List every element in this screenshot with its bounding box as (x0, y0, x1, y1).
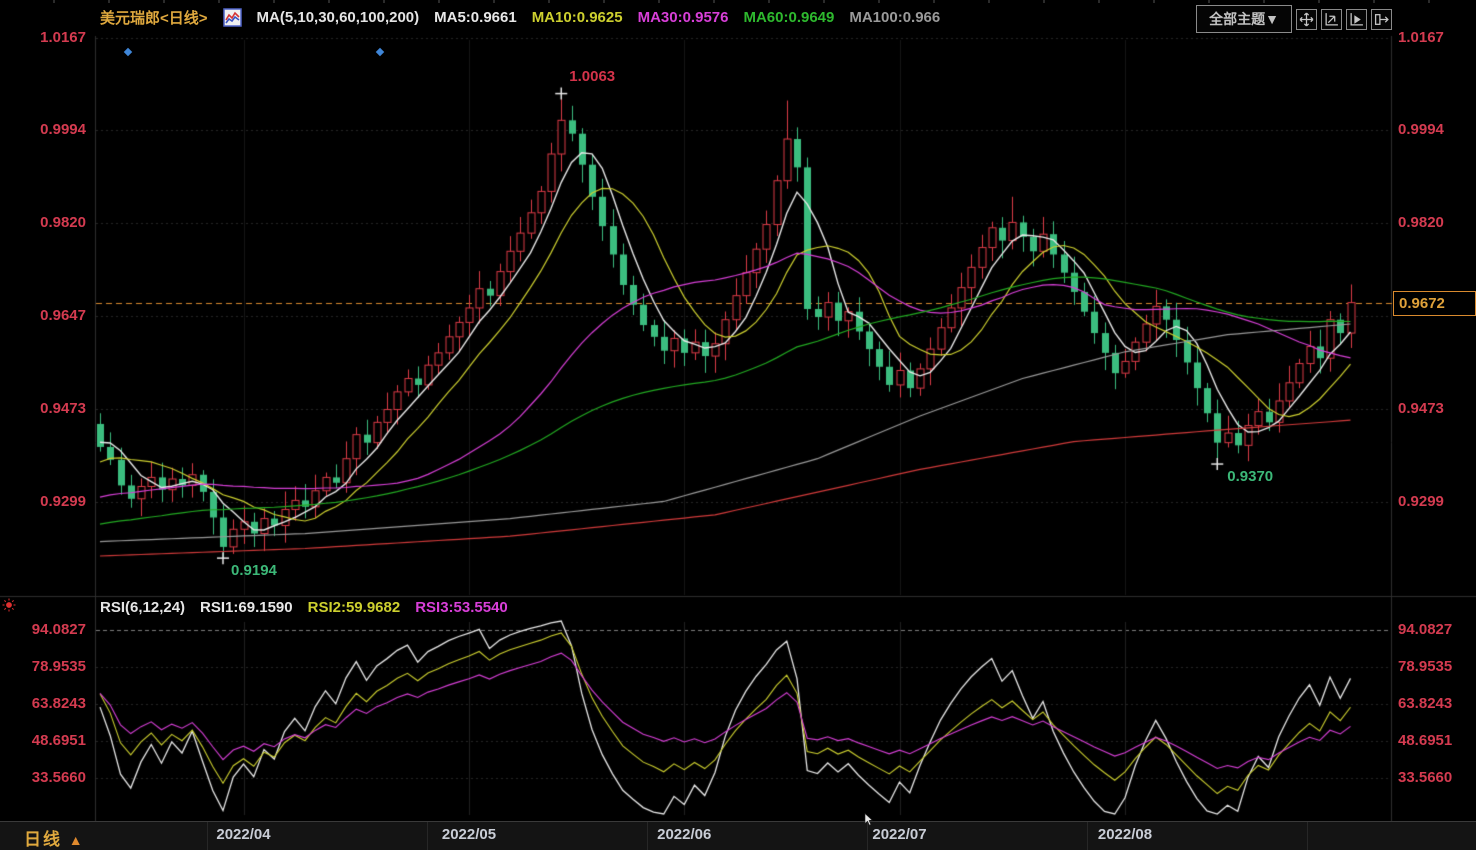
indicator-chart-icon[interactable] (223, 8, 242, 27)
time-axis-separator (207, 822, 208, 850)
chart-canvas[interactable] (0, 0, 1476, 849)
indicator-alert-icon[interactable] (1, 597, 17, 618)
x-axis-month-label: 2022/05 (429, 826, 509, 843)
period-up-triangle: ▲ (69, 832, 83, 848)
ma10-value: MA10:0.9625 (532, 9, 623, 26)
x-axis-month-label: 2022/04 (204, 826, 284, 843)
header-toolbar: 全部主题▼ (1196, 5, 1392, 33)
move-crosshair-icon[interactable] (1296, 9, 1317, 30)
rsi-group-label: RSI(6,12,24) (100, 599, 185, 616)
time-axis-bar: 日线 ▲ 2022/042022/052022/062022/072022/08 (0, 821, 1476, 850)
chart-header: 美元瑞郎<日线> MA(5,10,30,60,100,200) MA5:0.96… (100, 7, 940, 28)
ma-group-label: MA(5,10,30,60,100,200) (257, 9, 420, 26)
rsi3-value: RSI3:53.5540 (415, 599, 508, 616)
axis-play-icon[interactable] (1346, 9, 1367, 30)
x-axis-month-label: 2022/08 (1085, 826, 1165, 843)
ma100-value: MA100:0.966 (849, 9, 940, 26)
ma5-value: MA5:0.9661 (434, 9, 517, 26)
time-axis-separator (1307, 822, 1308, 850)
ma30-value: MA30:0.9576 (638, 9, 729, 26)
pane-exit-icon[interactable] (1371, 9, 1392, 30)
rsi2-value: RSI2:59.9682 (308, 599, 401, 616)
ma60-value: MA60:0.9649 (743, 9, 834, 26)
time-axis-separator (427, 822, 428, 850)
theme-selector-button[interactable]: 全部主题▼ (1196, 5, 1292, 33)
rsi1-value: RSI1:69.1590 (200, 599, 293, 616)
top-ruler-ticks (0, 0, 1476, 3)
symbol-title: 美元瑞郎<日线> (100, 7, 208, 28)
time-axis-separator (647, 822, 648, 850)
period-selector[interactable]: 日线 ▲ (24, 825, 83, 850)
x-axis-month-label: 2022/06 (644, 826, 724, 843)
rsi-header: RSI(6,12,24) RSI1:69.1590 RSI2:59.9682 R… (100, 599, 508, 616)
current-price-box: 0.9672 (1393, 291, 1476, 316)
time-axis-separator (1087, 822, 1088, 850)
period-label: 日线 (24, 830, 62, 849)
mouse-cursor-icon (864, 813, 876, 832)
axis-arrow-icon[interactable] (1321, 9, 1342, 30)
